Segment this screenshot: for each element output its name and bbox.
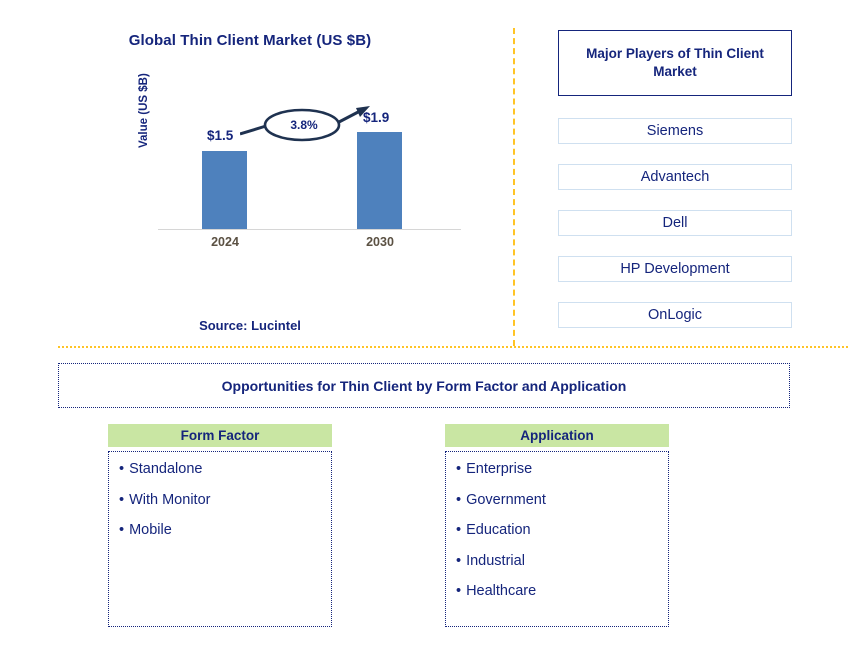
segment-header-form-factor: Form Factor [108,424,332,447]
list-item-label: Industrial [466,552,525,569]
list-item-label: Healthcare [466,583,537,599]
bullet-icon: • [456,491,462,508]
bullet-icon: • [119,461,125,477]
bullet-icon: • [119,491,125,508]
vertical-divider [513,28,515,346]
list-item: • Education [456,523,668,538]
segment-column-form-factor: Form Factor • Standalone • With Monitor • M… [108,424,332,627]
list-item-label: Government [466,491,546,508]
bullet-icon: • [456,583,462,599]
list-item: • Mobile [119,523,331,538]
chart-title: Global Thin Client Market (US $B) [128,32,372,49]
major-players-panel: Major Players of Thin Client Market Siem… [558,30,792,328]
bullet-icon: • [119,522,125,538]
list-item: • With Monitor [119,491,331,508]
major-players-header: Major Players of Thin Client Market [558,30,792,96]
x-tick-label-2030: 2030 [366,235,394,249]
bullet-icon: • [456,522,462,538]
y-axis-label: Value (US $B) [138,73,150,148]
list-item-label: Enterprise [466,461,533,477]
segment-column-application: Application • Enterprise • Government • Edu… [445,424,669,627]
segment-body-application: • Enterprise • Government • Education • Indu… [445,451,669,627]
player-item-onlogic: OnLogic [558,302,792,328]
player-item-advantech: Advantech [558,164,792,190]
cagr-label: 3.8% [290,118,318,132]
horizontal-divider [58,346,848,348]
opportunities-banner: Opportunities for Thin Client by Form Fa… [58,363,790,408]
player-item-dell: Dell [558,210,792,236]
chart-panel: Global Thin Client Market (US $B) Value … [0,0,513,347]
list-item: • Government [456,491,668,508]
list-item-label: Standalone [129,461,203,477]
bar-value-label-2024: $1.5 [207,128,234,143]
bullet-icon: • [456,461,462,477]
chart-baseline-axis [158,229,461,230]
segment-body-form-factor: • Standalone • With Monitor • Mobile [108,451,332,627]
list-item-label: Mobile [129,522,172,538]
x-tick-label-2024: 2024 [211,235,239,249]
list-item: • Healthcare [456,584,668,599]
source-note: Source: Lucintel [199,318,301,333]
segment-header-application: Application [445,424,669,447]
list-item-label: With Monitor [129,491,211,508]
player-item-hp-development: HP Development [558,256,792,282]
list-item: • Standalone [119,462,331,477]
list-item: • Industrial [456,552,668,569]
bullet-icon: • [456,552,462,569]
bar-2024 [202,151,247,229]
player-item-siemens: Siemens [558,118,792,144]
list-item: • Enterprise [456,462,668,477]
list-item-label: Education [466,522,531,538]
